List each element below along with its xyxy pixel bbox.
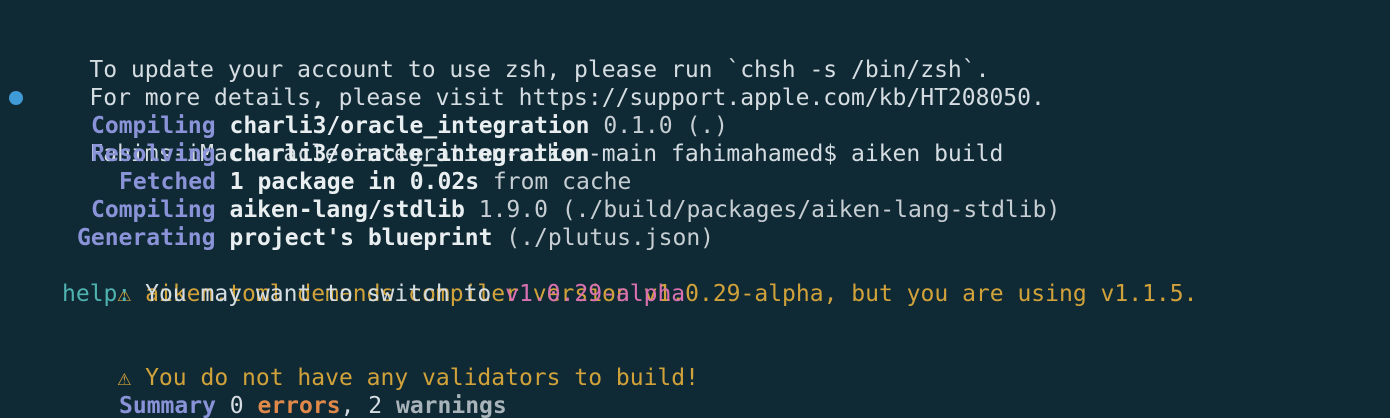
step-verb: Fetched [119,169,216,195]
help-version: v1.0.29-alpha [505,281,686,307]
terminal-line-update: To update your account to use zsh, pleas… [0,28,1390,83]
summary-errors-label: errors [257,393,341,418]
summary-separator: , 2 [340,393,396,418]
summary-line: Summary 0 errors, 2 warnings [0,392,1390,418]
step-package: charli3/oracle_integration [229,141,590,167]
terminal-window[interactable]: To update your account to use zsh, pleas… [0,0,1390,418]
step-verb: Resolving [91,141,216,167]
help-line: help: You may want to switch to v1.0.29-… [0,280,1390,308]
build-step-resolving: Resolving charli3/oracle_integration [0,140,1390,168]
step-verb: Compiling [91,113,216,139]
warning-text: ⚠ You do not have any validators to buil… [117,365,699,391]
warning-compiler-version: ⚠ aiken.toml demands compiler version v1… [0,252,1390,307]
step-detail: (./plutus.json) [492,225,715,251]
step-detail: 0.1.0 (.) [589,113,728,139]
summary-label: Summary [119,393,216,418]
build-step-generating: Generating project's blueprint (./plutus… [0,224,1390,252]
terminal-line-prompt: Fahims-iMac:oracle-integration-aiken-mai… [0,84,1390,167]
step-detail: from cache [479,169,632,195]
warning-no-validators: ⚠ You do not have any validators to buil… [0,336,1390,391]
step-verb: Compiling [91,197,216,223]
build-step-fetched: Fetched 1 package in 0.02s from cache [0,168,1390,196]
step-package: 1 package in 0.02s [229,169,480,195]
summary-warnings-label: warnings [395,393,507,418]
summary-error-count: 0 [215,393,258,418]
step-package: aiken-lang/stdlib [229,197,465,223]
terminal-line-details: For more details, please visit https://s… [0,56,1390,111]
step-detail: 1.9.0 (./build/packages/aiken-lang-stdli… [464,197,1061,223]
help-text: You may want to switch to [131,281,506,307]
build-step-compiling-stdlib: Compiling aiken-lang/stdlib 1.9.0 (./bui… [0,196,1390,224]
help-label: help: [62,281,132,307]
prompt-marker-icon [9,91,23,105]
step-package: charli3/oracle_integration [229,113,590,139]
step-verb: Generating [77,225,216,251]
step-package: project's blueprint [229,225,493,251]
build-step-compiling-project: Compiling charli3/oracle_integration 0.1… [0,112,1390,140]
